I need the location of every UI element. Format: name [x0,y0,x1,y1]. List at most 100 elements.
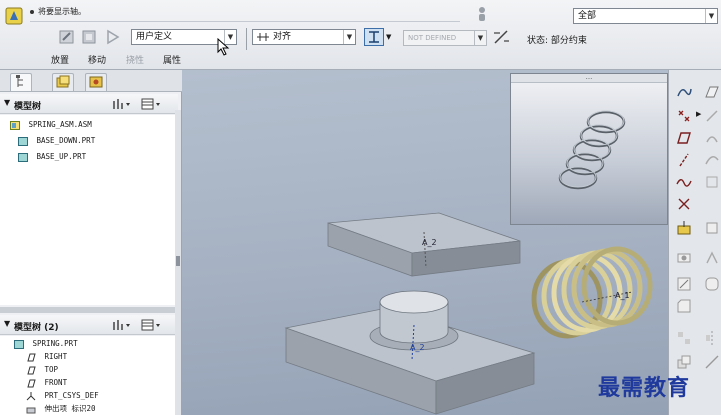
align-icon [257,33,269,41]
tree-node-label: 伸出项 标识20 [44,404,96,413]
tab-move[interactable]: 移动 [88,53,106,66]
tab-placement[interactable]: 放置 [51,53,69,66]
move-tool-icon[interactable] [80,28,98,46]
component-placement-dashboard: 将要显示轴。 全部 ▼ 放置 移动 挠性 属性 用户定义 ▼ 对齐 ▼ ▼ NO… [0,0,721,70]
constraint-type-select[interactable]: 对齐 ▼ [252,29,356,45]
spring-model[interactable] [531,246,653,339]
search-filter-value: 全部 [578,11,597,21]
user-defined-value: 用户定义 [136,32,173,42]
lower-plate[interactable] [284,290,536,415]
revolve-tool-icon[interactable] [704,130,720,146]
hole-tool-icon[interactable] [676,250,692,266]
axis-label-upper-plate: A_2 [422,238,437,247]
point-tool-icon[interactable] [676,108,692,124]
rib-tool-icon[interactable] [704,250,720,266]
tab-favorites[interactable] [85,73,107,91]
chevron-down-icon[interactable]: ▼ [386,33,391,41]
datum-plane-icon [27,366,36,374]
model-tree-bottom-body: SPRING.PRT RIGHT TOP FRONT PRT_CSYS_DEF … [0,336,176,415]
sweep-tool-icon[interactable] [704,152,720,168]
datum-plane-icon[interactable] [676,130,692,146]
sketch-tool-icon[interactable] [676,84,692,100]
pro-e-logo-icon [5,7,23,25]
assembly-icon [10,120,20,130]
tree-node[interactable]: 伸出项 标识20 [26,402,96,415]
tree-columns-icon[interactable] [140,97,162,111]
tree-node[interactable]: BASE_UP.PRT [18,150,86,164]
pattern-tool-icon[interactable] [676,330,692,346]
message-line: 将要显示轴。 [30,6,86,17]
protrusion-icon [26,407,36,413]
tree-columns-icon[interactable] [140,318,162,332]
tree-node[interactable]: SPRING_ASM.ASM [10,118,92,132]
toolbar-separator [246,28,247,50]
flip-constraint-icon[interactable] [492,29,510,45]
tree-node[interactable]: PRT_CSYS_DEF [26,389,99,403]
chevron-down-icon: ▼ [343,30,355,44]
model-tree-2-header: ▼ 模型树 (2) [0,315,178,335]
tree-node[interactable]: TOP [26,363,58,377]
component-preview-window[interactable]: ... [510,73,668,225]
tree-node[interactable]: RIGHT [26,350,67,364]
part-icon [14,339,24,349]
mouse-cursor-icon [217,38,230,56]
datum-axis-icon[interactable] [676,152,692,168]
tab-model-tree[interactable] [10,73,32,91]
blend-tool-icon[interactable] [704,174,720,190]
tree-node-label: TOP [44,365,59,374]
trim-tool-icon[interactable] [704,354,720,370]
axis-tool-icon[interactable] [704,108,720,124]
place-tool-icon[interactable] [58,28,76,46]
collapse-caret-icon[interactable]: ▼ [4,98,10,107]
offset-value: NOT DEFINED [408,34,457,42]
part-icon [18,152,28,162]
part-icon [18,136,28,146]
person-icon[interactable] [476,6,488,22]
scrollbar-handle[interactable] [176,256,180,266]
datum-plane-icon [27,353,36,361]
tree-node-label: SPRING.PRT [32,339,78,348]
tab-folder-browser[interactable] [52,73,74,91]
folder-browser-icon [56,75,70,88]
flexibility-tool-icon[interactable] [104,28,122,46]
coordinate-system-icon[interactable] [676,220,692,236]
tree-node-label: BASE_UP.PRT [36,152,87,161]
constraint-type-value: 对齐 [273,32,292,42]
collapse-caret-icon[interactable]: ▼ [4,319,10,328]
draft-tool-icon[interactable] [676,276,692,292]
search-filter-select[interactable]: 全部 ▼ [573,8,718,24]
chevron-right-icon[interactable]: ▶ [696,110,701,118]
coincident-toggle-icon[interactable] [364,28,384,46]
tab-flexibility[interactable]: 挠性 [126,53,144,66]
tree-node[interactable]: SPRING.PRT [14,337,78,351]
datum-curve-icon[interactable] [676,174,692,190]
tree-settings-icon[interactable] [110,97,132,111]
axis-label-lower-plate: A_2 [410,343,425,352]
offset-value-select[interactable]: NOT DEFINED ▼ [403,30,487,46]
tree-node[interactable]: BASE_DOWN.PRT [18,134,95,148]
coordinate-system-icon [26,391,36,400]
tree-node-label: FRONT [44,378,68,387]
tree-node[interactable]: FRONT [26,376,67,390]
tree-node-label: SPRING_ASM.ASM [28,120,92,129]
watermark-logo: 最需教育 [598,375,691,401]
navigator-panel: ▼ 模型树 SPRING_ASM.ASM BASE_DOWN.PRT BASE_… [0,70,182,415]
shell-tool-icon[interactable] [704,220,720,236]
preview-title-bar[interactable]: ... [511,74,667,83]
panel-splitter[interactable] [0,307,180,313]
model-tree-top-body: SPRING_ASM.ASM BASE_DOWN.PRT BASE_UP.PRT [0,115,176,305]
chevron-down-icon: ▼ [474,31,486,45]
tree-node-label: RIGHT [44,352,68,361]
tree-settings-icon[interactable] [110,318,132,332]
model-tree-header: ▼ 模型树 [0,94,178,114]
tab-properties[interactable]: 属性 [163,53,181,66]
merge-tool-icon[interactable] [676,354,692,370]
mirror-tool-icon[interactable] [704,330,720,346]
plane-tool-icon[interactable] [704,84,720,100]
tree-node-label: PRT_CSYS_DEF [44,391,99,400]
message-text: 将要显示轴。 [38,7,86,16]
round-tool-icon[interactable] [704,276,720,292]
chamfer-tool-icon[interactable] [676,298,692,314]
datum-point-icon[interactable] [676,196,692,212]
model-tree-2-title: 模型树 (2) [14,323,59,333]
